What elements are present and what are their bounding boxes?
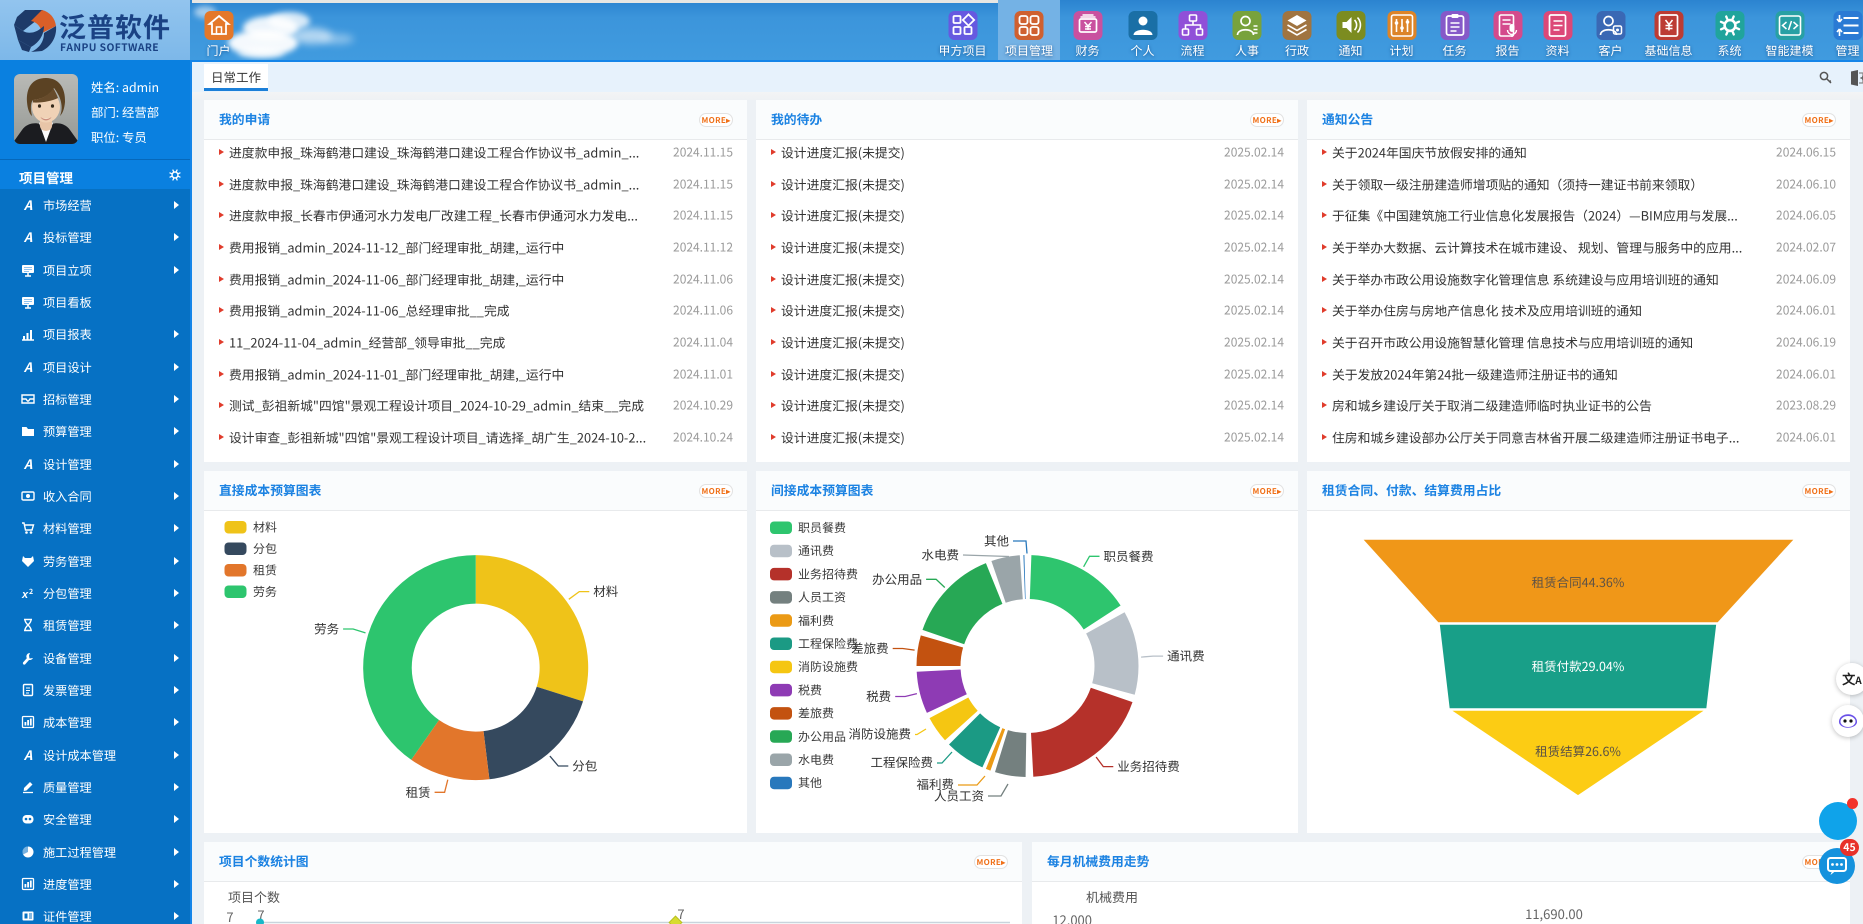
svg-text:其他: 其他 [798,774,822,791]
svg-text:12,000: 12,000 [1052,910,1092,924]
svg-text:工程保险费: 工程保险费 [870,752,933,771]
svg-text:业务招待费: 业务招待费 [798,565,858,582]
svg-text:2: 2 [29,587,33,597]
svg-text:项目个数: 项目个数 [228,887,280,906]
svg-text:通讯费: 通讯费 [1167,646,1205,665]
svg-text:劳务: 劳务 [253,583,277,600]
svg-text:机械费用: 机械费用 [1086,887,1138,906]
svg-text:水电费: 水电费 [921,545,959,564]
svg-text:11,690.00: 11,690.00 [1525,904,1583,923]
svg-text:办公用品: 办公用品 [798,728,846,745]
svg-text:材料: 材料 [593,581,619,600]
svg-text:x: x [21,586,29,600]
svg-text:7: 7 [226,907,233,924]
svg-text:办公用品: 办公用品 [872,569,922,588]
svg-text:职员餐费: 职员餐费 [798,519,846,536]
svg-text:其他: 其他 [984,531,1010,550]
svg-text:工程保险费: 工程保险费 [798,635,858,652]
svg-text:差旅费: 差旅费 [798,705,834,722]
svg-text:通讯费: 通讯费 [798,542,834,559]
svg-text:福利费: 福利费 [798,612,834,629]
svg-text:A: A [23,748,33,762]
svg-text:税费: 税费 [798,681,822,698]
svg-text:租赁: 租赁 [406,782,431,801]
svg-text:租赁结算26.6%: 租赁结算26.6% [1535,741,1621,760]
svg-text:消防设施费: 消防设施费 [798,658,858,675]
svg-text:税费: 税费 [866,686,891,705]
svg-text:A: A [23,360,33,374]
svg-text:业务招待费: 业务招待费 [1117,756,1180,775]
svg-text:租赁: 租赁 [253,562,277,579]
svg-text:A: A [23,457,33,471]
svg-text:人员工资: 人员工资 [798,589,846,606]
svg-text:租赁付款29.04%: 租赁付款29.04% [1532,656,1625,675]
svg-text:分包: 分包 [253,540,277,557]
svg-text:职员餐费: 职员餐费 [1104,546,1154,565]
svg-text:福利费: 福利费 [916,774,954,793]
svg-text:差旅费: 差旅费 [851,638,889,657]
svg-text:A: A [23,198,33,212]
svg-text:A: A [23,230,33,244]
svg-text:材料: 材料 [253,519,277,536]
svg-text:消防设施费: 消防设施费 [848,724,911,743]
svg-text:分包: 分包 [572,756,597,775]
svg-text:劳务: 劳务 [314,619,339,638]
svg-text:水电费: 水电费 [798,751,834,768]
svg-text:租赁合同44.36%: 租赁合同44.36% [1532,572,1625,591]
